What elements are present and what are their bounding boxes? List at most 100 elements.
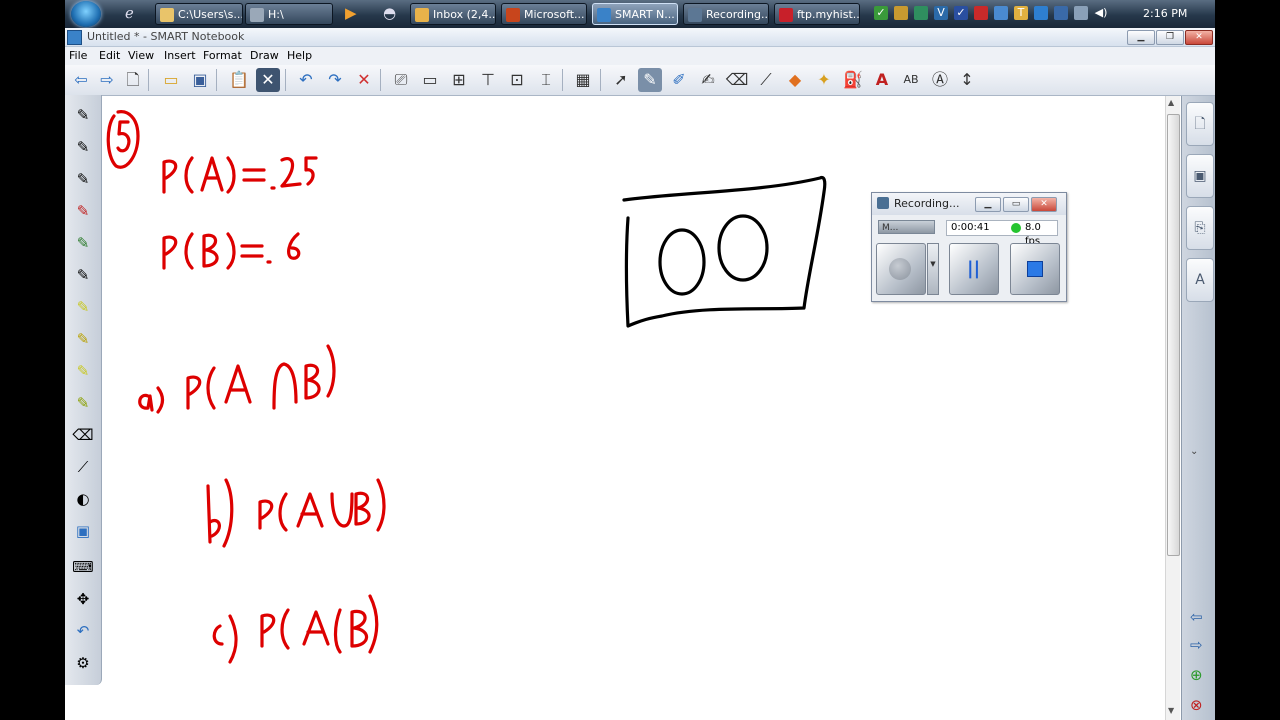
menu-help[interactable]: Help	[287, 49, 312, 62]
back-arrow-icon[interactable]: ⇦	[69, 68, 93, 92]
scroll-thumb[interactable]	[1167, 114, 1180, 556]
pen-black-icon[interactable]: ✎	[72, 105, 94, 125]
pen-blue-icon[interactable]: ✎	[72, 169, 94, 189]
next-page-icon[interactable]: ⇨	[1190, 636, 1203, 654]
magic-wand-icon[interactable]: ✦	[812, 68, 836, 92]
maximize-button[interactable]: ❐	[1156, 30, 1184, 45]
screen-shade-icon[interactable]: ⎚	[389, 68, 413, 92]
delete-icon[interactable]: ✕	[352, 68, 376, 92]
forward-arrow-icon[interactable]: ⇨	[95, 68, 119, 92]
task-powerpoint[interactable]: Microsoft...	[501, 3, 587, 25]
right-click-icon[interactable]: ✥	[72, 589, 94, 609]
record-options-dropdown[interactable]: ▼	[927, 243, 939, 295]
stop-button[interactable]	[1010, 243, 1060, 295]
menu-file[interactable]: File	[69, 49, 87, 62]
microphone-select[interactable]: M...	[878, 220, 935, 234]
page-sorter-tab[interactable]: 🗋	[1186, 102, 1214, 146]
pause-button[interactable]: ||	[949, 243, 999, 295]
properties-icon[interactable]: AB	[899, 68, 923, 92]
task-smart-notebook[interactable]: SMART N...	[592, 3, 678, 25]
magic-pen-icon[interactable]: ✍	[696, 68, 720, 92]
task-explorer-h[interactable]: H:\	[245, 3, 333, 25]
notebook-tray-icon[interactable]: ▣	[72, 521, 94, 541]
eraser-icon[interactable]: ⌫	[725, 68, 749, 92]
display-icon[interactable]: ⊤	[476, 68, 500, 92]
task-ftp[interactable]: ftp.myhist...	[774, 3, 860, 25]
tray-network-icon[interactable]	[994, 6, 1008, 20]
highlighter-yellow2-icon[interactable]: ✎	[72, 361, 94, 381]
media-player-icon[interactable]: ▶	[345, 6, 357, 21]
minimize-button[interactable]: ▁	[1127, 30, 1155, 45]
volume-icon[interactable]: ◀)	[1094, 6, 1108, 20]
open-folder-icon[interactable]: ▭	[159, 68, 183, 92]
add-page-side-icon[interactable]: ⊕	[1190, 666, 1203, 684]
pen-green-icon[interactable]: ✎	[72, 233, 94, 253]
full-screen-icon[interactable]: ▭	[418, 68, 442, 92]
delete-page-side-icon[interactable]: ⊗	[1190, 696, 1203, 714]
tray-check2-icon[interactable]: ✓	[954, 6, 968, 20]
pen-icon[interactable]: ✎	[638, 68, 662, 92]
sidebar-collapse-icon[interactable]: ⌄	[1190, 446, 1198, 457]
undo-icon[interactable]: ↶	[294, 68, 318, 92]
scroll-down-icon[interactable]: ▼	[1168, 706, 1174, 715]
highlighter-yellow-icon[interactable]: ✎	[72, 297, 94, 317]
attachments-tab[interactable]: ⎘	[1186, 206, 1214, 250]
highlighter-gold-icon[interactable]: ✎	[72, 329, 94, 349]
task-inbox[interactable]: Inbox (2,4...	[410, 3, 496, 25]
whiteboard-canvas[interactable]	[102, 96, 1165, 720]
capture-icon[interactable]: ⊡	[505, 68, 529, 92]
properties-tab[interactable]: A	[1186, 258, 1214, 302]
tray-display-icon[interactable]	[1034, 6, 1048, 20]
keyboard-icon[interactable]: ⌨	[72, 557, 94, 577]
tray-leaf-icon[interactable]	[914, 6, 928, 20]
gallery-tab[interactable]: ▣	[1186, 154, 1214, 198]
menu-insert[interactable]: Insert	[164, 49, 196, 62]
tray-bluetooth-icon[interactable]	[1054, 6, 1068, 20]
select-icon[interactable]: ➚	[609, 68, 633, 92]
eraser-tray-icon[interactable]: ⌫	[72, 425, 94, 445]
recorder-close-button[interactable]: ✕	[1031, 197, 1057, 212]
line-tray-icon[interactable]: ⟋	[72, 457, 94, 477]
tray-app-icon[interactable]	[894, 6, 908, 20]
delete-page-icon[interactable]: ✕	[256, 68, 280, 92]
tray-check-icon[interactable]: ✓	[874, 6, 888, 20]
fill-icon[interactable]: ⛽	[841, 68, 865, 92]
pen-red-icon[interactable]: ✎	[72, 201, 94, 221]
tray-flag-icon[interactable]	[974, 6, 988, 20]
table-icon[interactable]: ▦	[571, 68, 595, 92]
tray-v-icon[interactable]: V	[934, 6, 948, 20]
menu-view[interactable]: View	[128, 49, 154, 62]
paste-icon[interactable]: 📋	[227, 68, 251, 92]
settings-icon[interactable]: ⚙	[72, 653, 94, 673]
highlighter-green-icon[interactable]: ✎	[72, 393, 94, 413]
menu-edit[interactable]: Edit	[99, 49, 120, 62]
eye-icon[interactable]: ◓	[383, 6, 396, 21]
task-recording[interactable]: Recording...	[683, 3, 769, 25]
internet-explorer-icon[interactable]: ℯ	[125, 6, 134, 21]
creative-pen-icon[interactable]: ✐	[667, 68, 691, 92]
shapes-icon[interactable]: ◆	[783, 68, 807, 92]
vertical-scrollbar[interactable]: ▲ ▼	[1165, 96, 1180, 720]
undo-tray-icon[interactable]: ↶	[72, 621, 94, 641]
pen-gray-icon[interactable]: ✎	[72, 265, 94, 285]
add-page-icon[interactable]: 🗋	[121, 68, 145, 92]
redo-icon[interactable]: ↷	[323, 68, 347, 92]
text-icon[interactable]: A	[870, 68, 894, 92]
start-button[interactable]	[71, 1, 101, 27]
pen-black2-icon[interactable]: ✎	[72, 137, 94, 157]
line-icon[interactable]: ⟋	[754, 68, 778, 92]
recognize-icon[interactable]: Ⓐ	[928, 68, 952, 92]
close-button[interactable]: ✕	[1185, 30, 1213, 45]
tray-network2-icon[interactable]	[1074, 6, 1088, 20]
move-toolbar-icon[interactable]: ↕	[955, 68, 979, 92]
record-button[interactable]	[876, 243, 926, 295]
recorder-minimize-button[interactable]: ▁	[975, 197, 1001, 212]
document-camera-icon[interactable]: ⌶	[534, 68, 558, 92]
scroll-up-icon[interactable]: ▲	[1168, 98, 1174, 107]
task-explorer-users[interactable]: C:\Users\s...	[155, 3, 243, 25]
save-icon[interactable]: ▣	[188, 68, 212, 92]
menu-format[interactable]: Format	[203, 49, 242, 62]
tray-t-icon[interactable]: T	[1014, 6, 1028, 20]
shape-tray-icon[interactable]: ◐	[72, 489, 94, 509]
recorder-maximize-button[interactable]: ▭	[1003, 197, 1029, 212]
